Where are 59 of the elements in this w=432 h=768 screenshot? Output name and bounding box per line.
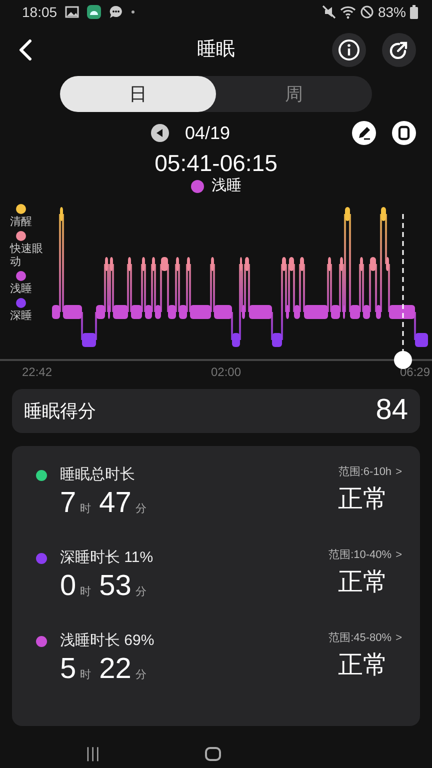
minutes-value: 53 [99,570,132,602]
period-tab[interactable]: 周 [216,76,372,112]
date-label: 04/19 [185,122,230,144]
page-title: 睡眠 [196,38,236,62]
stat-title: 睡眠总时长 [60,465,135,485]
app-icon [87,5,102,19]
info-icon [338,39,360,61]
previous-icon [151,124,169,142]
time-axis-label: 06:29 [400,364,430,381]
time-axis-label: 02:00 [210,364,242,381]
legend-label: 深睡 [10,310,33,323]
stat-title: 深睡时长 11% [60,548,154,568]
stage-label: 浅睡 [212,176,242,196]
time-range: 05:41-06:15 [154,150,278,176]
score-value: 84 [376,393,408,428]
minutes-value: 22 [99,652,132,684]
hours-unit: 时 [80,668,92,682]
period-tab[interactable]: 日 [60,76,216,112]
wifi-icon [340,5,356,19]
image-icon [65,6,80,18]
legend-label: 清醒 [10,216,33,229]
legend-label: 浅睡 [10,283,33,296]
range-link[interactable]: 范围:45-80% > [328,630,402,646]
mute-icon [322,5,336,19]
legend-label: 快速眼动 [10,243,44,269]
status-text: 正常 [338,650,388,680]
watch-button[interactable] [392,121,416,145]
chat-icon [109,5,124,19]
status-text: 正常 [338,484,388,514]
hours-value: 5 [60,652,76,684]
edit-button[interactable] [352,121,376,145]
watch-icon [392,121,416,145]
minutes-value: 47 [99,486,132,518]
status-time: 18:05 [22,2,58,22]
status-text: 正常 [338,566,388,598]
battery-percent: 83% [378,2,406,22]
recents-button[interactable]: ||| [86,742,101,766]
hours-unit: 时 [80,584,92,600]
minutes-unit: 分 [135,584,146,600]
stat-title: 浅睡时长 69% [60,631,154,651]
info-button[interactable] [332,33,366,67]
minutes-unit: 分 [135,502,146,516]
score-label: 睡眠得分 [24,400,96,422]
home-button[interactable] [204,747,221,761]
hours-value: 7 [60,486,76,518]
range-link[interactable]: 范围:6-10h > [338,464,402,480]
minutes-unit: 分 [135,668,146,682]
blocked-icon [360,5,374,19]
timeline-handle[interactable] [394,351,412,369]
range-link[interactable]: 范围:10-40% > [328,547,402,564]
hours-unit: 时 [80,502,92,516]
time-axis-label: 22:42 [22,364,52,381]
hours-value: 0 [60,570,76,602]
share-icon [389,40,409,60]
pencil-icon [352,121,376,145]
dot-icon [131,10,136,14]
share-button[interactable] [382,33,416,67]
battery-icon [410,5,418,19]
previous-day-button[interactable] [151,124,169,142]
